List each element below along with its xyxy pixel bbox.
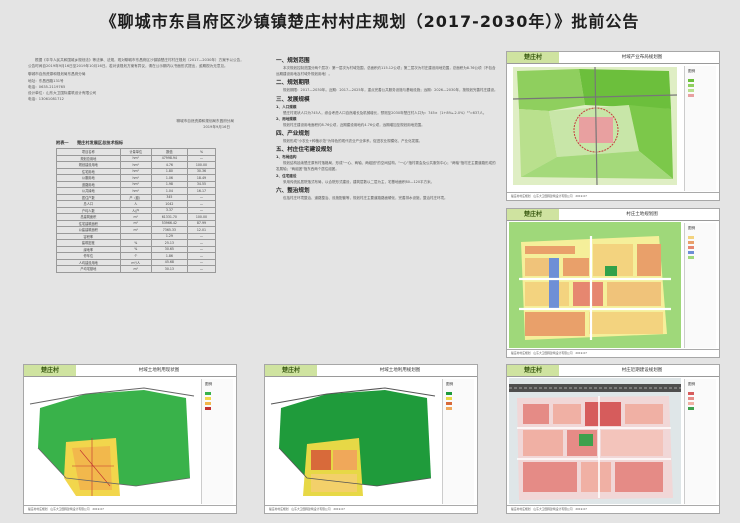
table-cell: m² xyxy=(119,265,152,273)
table-row: 户均宅基地 m² 30.13— xyxy=(56,265,217,273)
section-paragraph: 规划村庄建设用地面积约8.76公顷，近期建设用地约4.76公顷，远期增加至规划用… xyxy=(283,122,425,127)
map-title: 村域土地利用规划图 xyxy=(379,368,421,373)
map-badge: 楚庄村 xyxy=(24,365,76,376)
section-heading: 一、规划范围 xyxy=(276,58,310,64)
map-legend: 图例 xyxy=(201,379,233,504)
map-badge: 楚庄村 xyxy=(507,365,559,376)
section-paragraph: 规划期限：2017—2030年。近期：2017—2025年，重点完善公共服务设施… xyxy=(283,88,498,93)
section-heading: 三、发展规模 xyxy=(276,96,310,103)
map-footer: 楚庄村村庄规划 山东大卫国际建筑设计有限公司 2019.07 xyxy=(507,192,719,200)
legend-title: 图例 xyxy=(688,226,696,230)
map-title: 村庄土地规划图 xyxy=(626,212,658,217)
village-land-map-graphic xyxy=(509,222,681,348)
map-badge: 楚庄村 xyxy=(507,209,559,220)
legend-title: 图例 xyxy=(446,382,454,386)
table-caption: 附表一 楚庄村发展区总技术指标 xyxy=(56,140,124,146)
notice-date: 2019年9月16日 xyxy=(203,124,230,129)
section-paragraph: 规划结构延续楚庄原有村落格局，形成"一心、两轴、两组团"的空间结构。"一心"指村… xyxy=(276,161,496,172)
map-footer: 楚庄村村庄规划 山东大卫国际建筑设计有限公司 2019.07 xyxy=(507,349,719,357)
near-term-plan-map-graphic xyxy=(509,378,681,504)
table-cell: — xyxy=(186,265,217,273)
section-heading: 五、村庄住宅建设规划 xyxy=(276,147,332,154)
industry-map-graphic xyxy=(512,66,678,186)
map-panel-near-term-plan: 楚庄村 村庄近期建设规划图 图例 楚庄村村庄规划 山东大卫国际建筑设计有限公司 2… xyxy=(506,364,720,514)
section-paragraph: 包括村庄环境整治、道路整治、设施配套等，规划村庄主要道路路面硬化，完善排水设施，… xyxy=(283,195,448,200)
legend-title: 图例 xyxy=(205,382,213,386)
map-badge: 楚庄村 xyxy=(265,365,317,376)
notice-body: 根据《中华人民共和国城乡规划法》等法律、法规，现对聊城市东昌府区沙镇镇楚庄村村庄… xyxy=(28,58,244,69)
map-footer: 楚庄村村庄规划 山东大卫国际建筑设计有限公司 2019.07 xyxy=(265,505,477,513)
legend-title: 图例 xyxy=(688,382,696,386)
table-cell: 户均宅基地 xyxy=(56,265,121,273)
section-paragraph: 规划形成"小农业+种植示范"为特色的现代农业产业体系，促进农业规模化、产业化发展… xyxy=(283,139,423,144)
table-cell: 30.13 xyxy=(150,265,188,273)
section-heading: 四、产业规划 xyxy=(276,131,310,138)
planned-landuse-map-graphic xyxy=(267,378,439,504)
current-landuse-map-graphic xyxy=(26,378,198,504)
section-paragraph: 本次规划控制范围分两个层次：第一层次为村域范围，总面积约115.12公顷；第二层… xyxy=(276,66,496,77)
section-paragraph: 采用传统民居院落式布局，以合院形式建设，建筑层数以二层为主，宅基地面积80—12… xyxy=(283,179,435,184)
notice-designer-phone: 电话：13061081712 xyxy=(28,96,64,101)
map-footer: 楚庄村村庄规划 山东大卫国际建筑设计有限公司 2019.07 xyxy=(24,505,236,513)
map-panel-planned-landuse: 楚庄村 村域土地利用规划图 图例 楚庄村村庄规划 山东大卫国际建筑设计有限公司 2… xyxy=(264,364,478,514)
map-legend: 图例 xyxy=(684,379,716,504)
section-heading: 六、整治规划 xyxy=(276,187,310,194)
orchard-zone xyxy=(579,69,671,109)
section-heading: 二、规划期限 xyxy=(276,80,310,87)
legend-title: 图例 xyxy=(688,69,696,73)
page-title: 《聊城市东昌府区沙镇镇楚庄村村庄规划（2017-2030年）》批前公告 xyxy=(100,12,640,31)
map-legend: 图例 xyxy=(442,379,474,504)
public-service-zone xyxy=(573,282,603,306)
technical-indicator-table: 项目名称 计量单位 数值% 规划总用地 hm² 47998.94— 规划建设用地 hm² 4.7… xyxy=(56,148,217,273)
map-panel-current-landuse: 楚庄村 村域土地利用现状图 图例 楚庄村村庄规划 山东大卫国际建筑设计有限公司 2… xyxy=(23,364,237,514)
water-zone xyxy=(549,258,559,308)
map-title: 村域产业布局规划图 xyxy=(621,55,663,60)
section-paragraph: 楚庄村现状人口为745人，综合考虑人口自然增长及机械增长，预测至2030年楚庄村… xyxy=(283,110,487,115)
map-panel-industry: 楚庄村 村域产业布局规划图 图例 楚庄村村庄规划 山东大卫国际建筑设计有限公司 2… xyxy=(506,51,720,201)
map-badge: 楚庄村 xyxy=(507,52,559,63)
farmland-zone xyxy=(517,69,585,111)
map-panel-village-land: 楚庄村 村庄土地规划图 图例 楚庄村村庄规划 山东大卫国际建筑设计有限公司 201… xyxy=(506,208,720,358)
map-footer: 楚庄村村庄规划 山东大卫国际建筑设计有限公司 2019.07 xyxy=(507,505,719,513)
map-legend: 图例 xyxy=(684,223,716,348)
map-legend: 图例 xyxy=(684,66,716,191)
map-title: 村庄近期建设规划图 xyxy=(621,368,663,373)
map-title: 村域土地利用现状图 xyxy=(138,368,180,373)
